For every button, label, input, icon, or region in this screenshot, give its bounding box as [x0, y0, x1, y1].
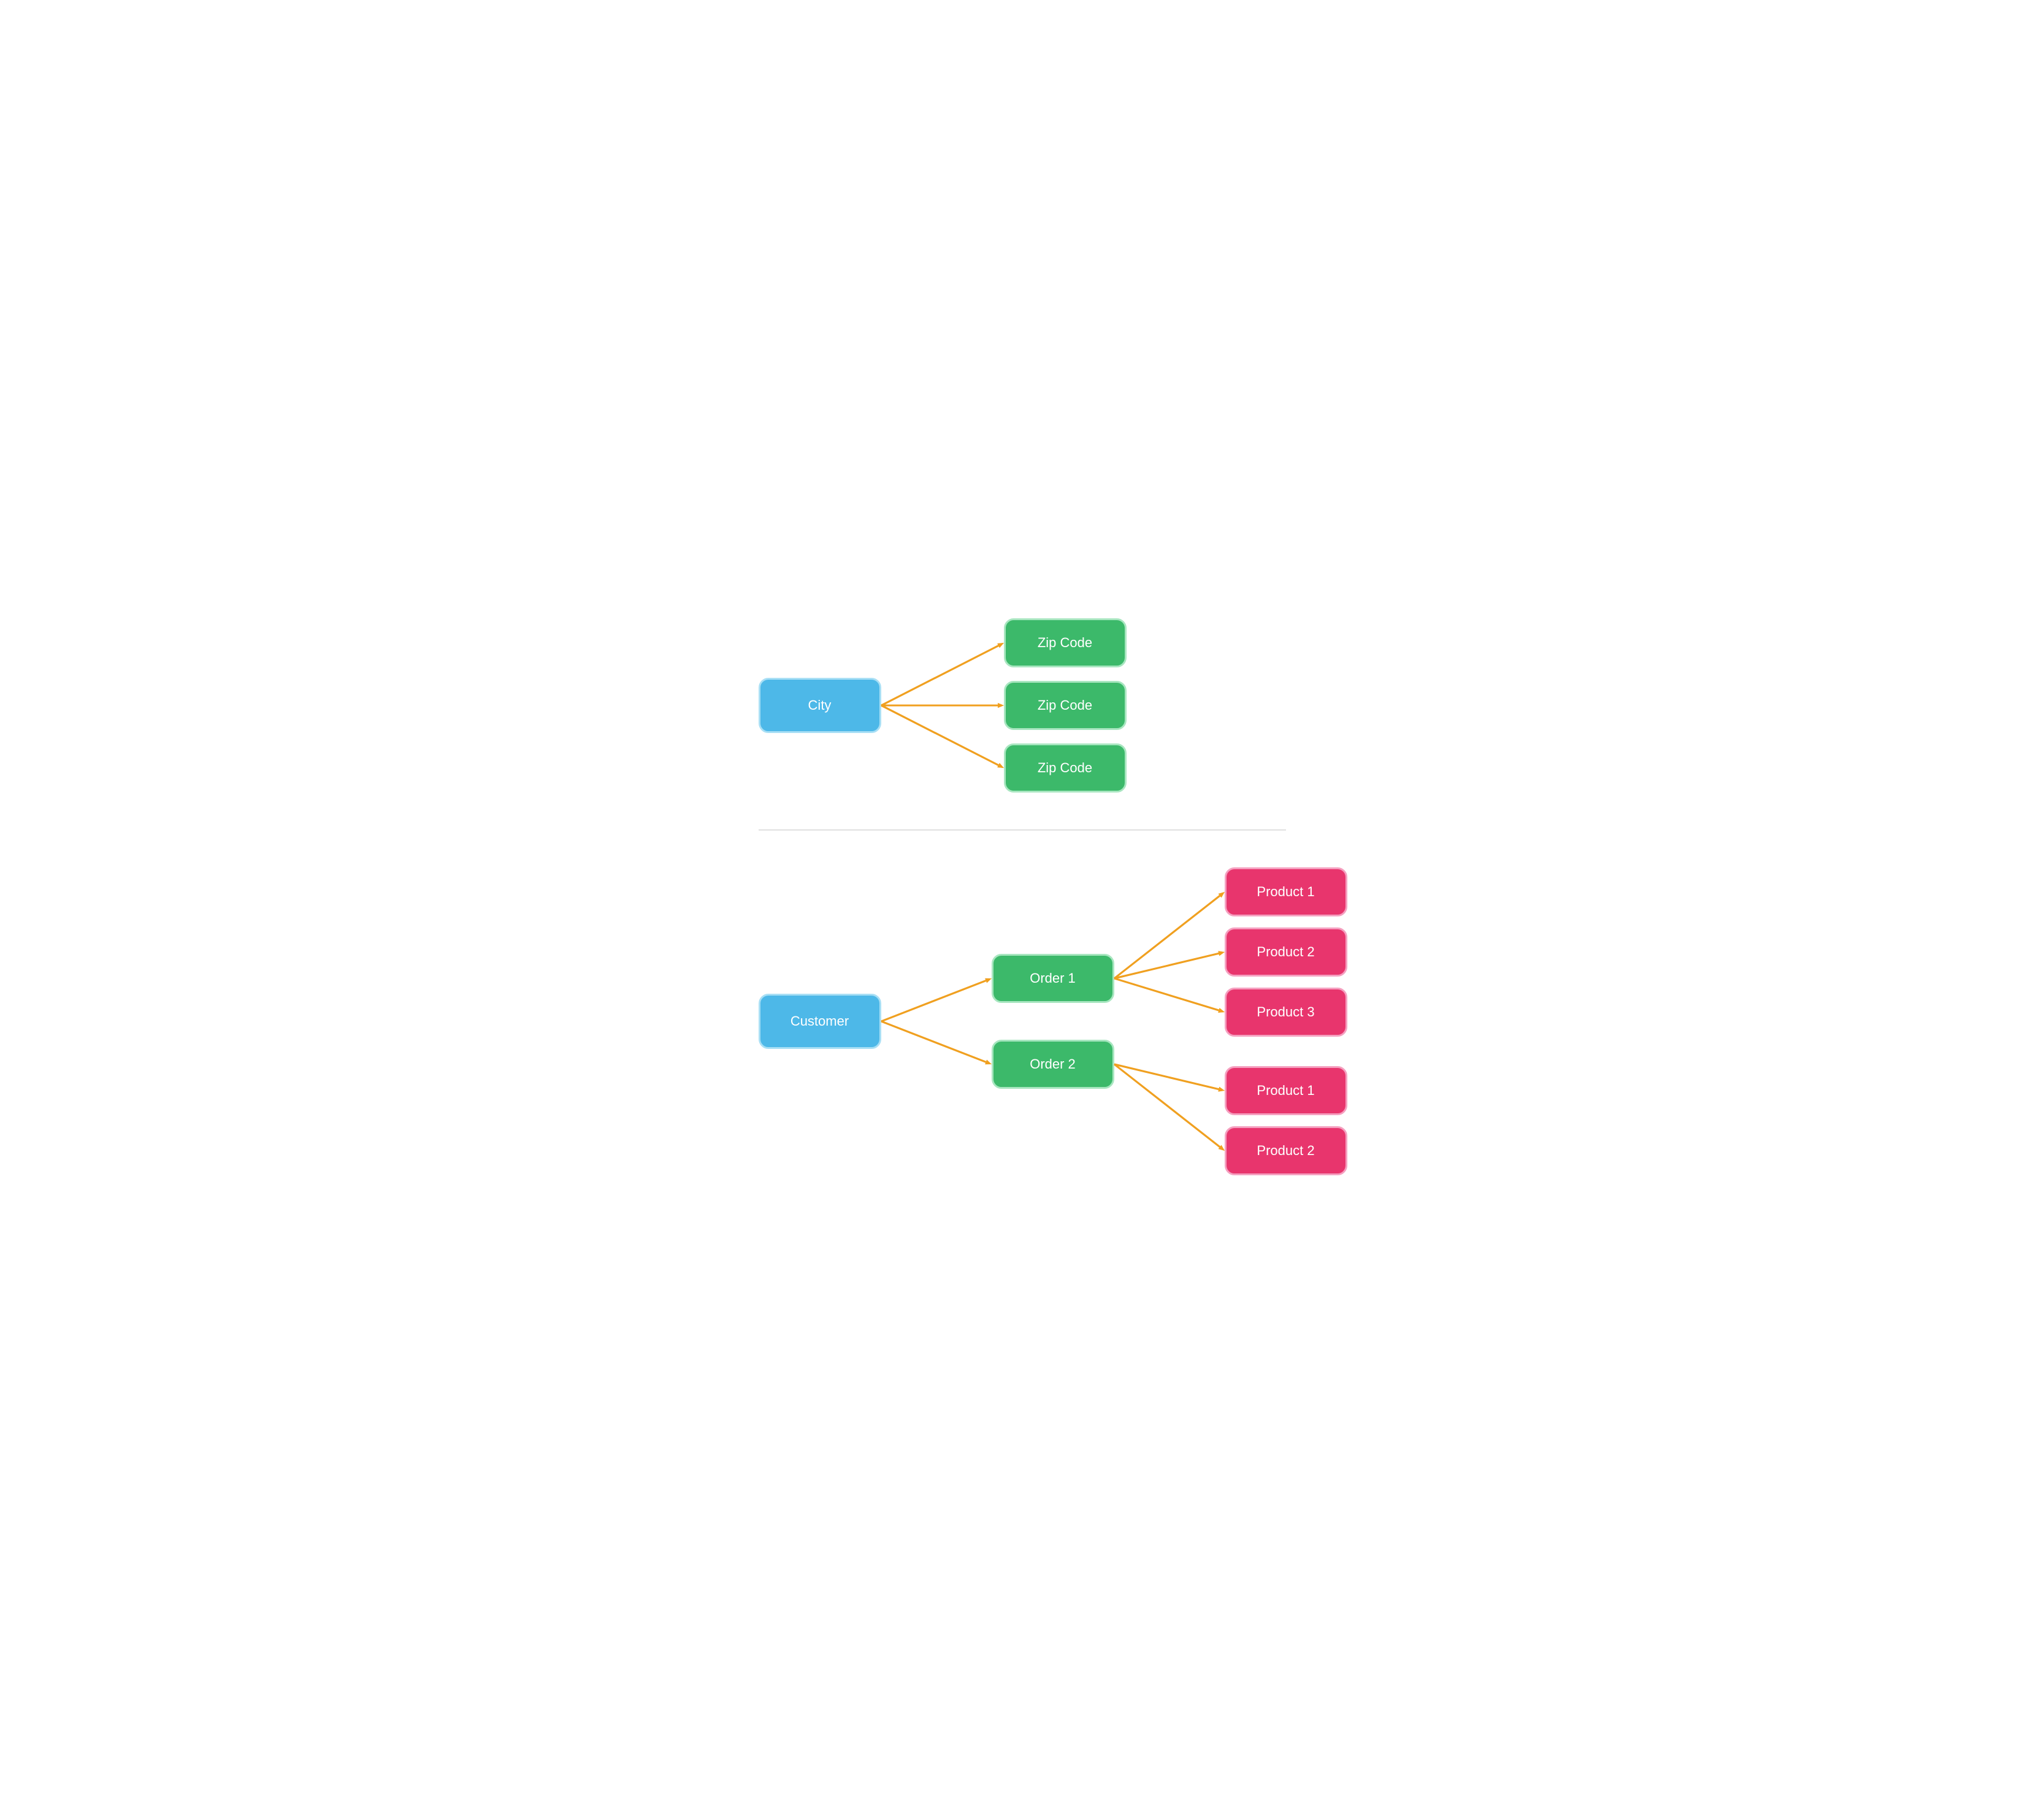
zip-codes-col: Zip Code Zip Code Zip Code: [1004, 618, 1127, 793]
product1-order1-node: Product 1: [1225, 867, 1347, 916]
customer-label: Customer: [790, 1013, 849, 1029]
order1-node: Order 1: [992, 954, 1114, 1003]
product2-order1-label: Product 2: [1257, 944, 1314, 960]
zip-label-3: Zip Code: [1038, 760, 1092, 776]
orders-col: Order 1 Order 2: [992, 954, 1114, 1089]
city-label: City: [808, 697, 832, 713]
product1-order2-node: Product 1: [1225, 1066, 1347, 1115]
order2-node: Order 2: [992, 1040, 1114, 1089]
product3-order1-label: Product 3: [1257, 1004, 1314, 1020]
customer-node-wrapper: Customer: [759, 994, 881, 1049]
all-products-col: Product 1 Product 2 Product 3 Product 1 …: [1225, 867, 1347, 1175]
section-divider: [759, 829, 1286, 831]
zip-code-node-2: Zip Code: [1004, 681, 1127, 730]
product2-order1-node: Product 2: [1225, 927, 1347, 977]
product2-order2-label: Product 2: [1257, 1143, 1314, 1159]
customer-node: Customer: [759, 994, 881, 1049]
city-node-wrapper: City: [759, 678, 881, 733]
city-node: City: [759, 678, 881, 733]
product1-order1-label: Product 1: [1257, 884, 1314, 900]
product2-order2-node: Product 2: [1225, 1126, 1347, 1175]
product1-order2-label: Product 1: [1257, 1083, 1314, 1099]
top-section: City Zip Code Zip Code Zip Code: [759, 606, 1286, 817]
zip-code-node-1: Zip Code: [1004, 618, 1127, 667]
zip-label-1: Zip Code: [1038, 635, 1092, 651]
bottom-section: Customer Order 1 Order 2 Product 1 Produ…: [759, 855, 1286, 1188]
order1-label: Order 1: [1030, 970, 1076, 986]
order2-label: Order 2: [1030, 1056, 1076, 1072]
zip-code-node-3: Zip Code: [1004, 743, 1127, 793]
zip-label-2: Zip Code: [1038, 697, 1092, 713]
diagram-container: City Zip Code Zip Code Zip Code Customer: [746, 582, 1298, 1212]
product3-order1-node: Product 3: [1225, 988, 1347, 1037]
